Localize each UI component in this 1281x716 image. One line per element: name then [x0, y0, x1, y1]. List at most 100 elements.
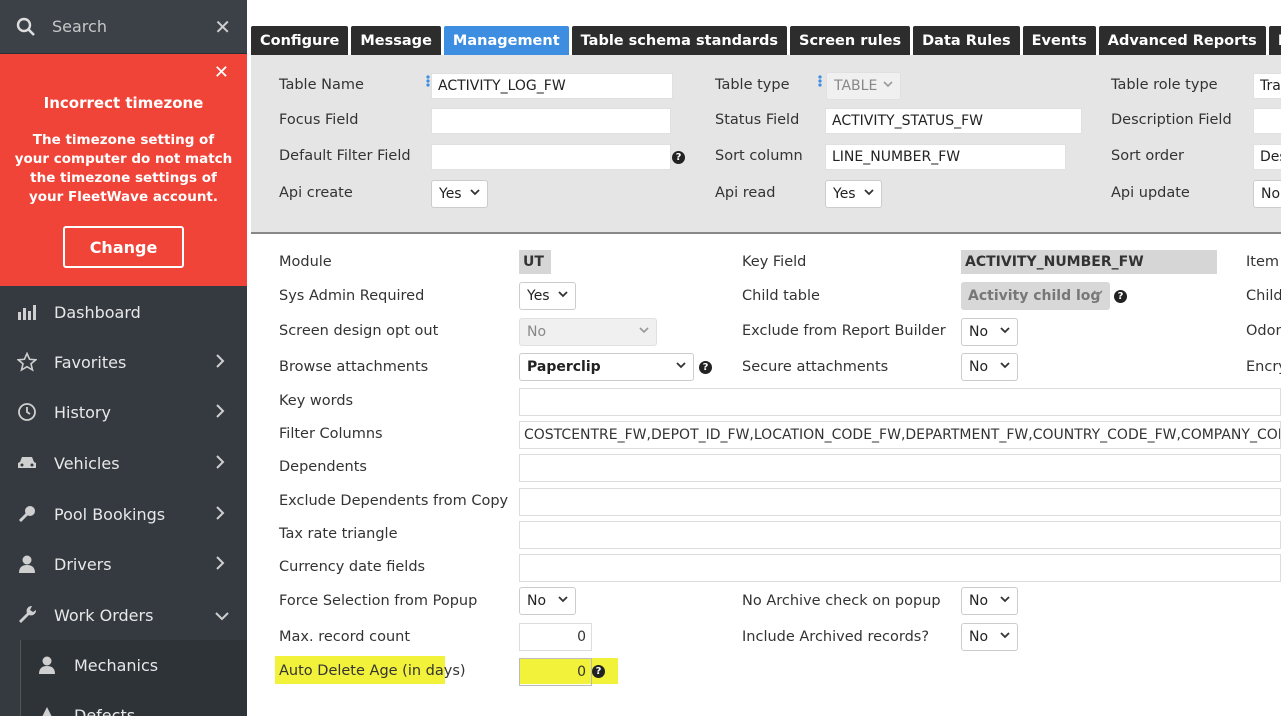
required-marker-icon — [426, 75, 430, 87]
table-role-select[interactable]: Tra — [1253, 73, 1281, 99]
table-type-select[interactable]: TABLE — [826, 72, 901, 100]
alert-title: Incorrect timezone — [43, 94, 204, 112]
module-value: UT — [519, 250, 551, 274]
search-bar[interactable]: Search ✕ — [0, 0, 247, 54]
tab-advanced-reports[interactable]: Advanced Reports — [1098, 26, 1266, 55]
browse-attachments-select[interactable]: Paperclip — [519, 353, 694, 381]
main-content: Configure Message Management Table schem… — [249, 0, 1281, 716]
tab-bar: Configure Message Management Table schem… — [251, 26, 1281, 55]
api-update-select[interactable]: No — [1253, 180, 1281, 208]
sidebar: Search ✕ ✕ Incorrect timezone The timezo… — [0, 0, 247, 716]
search-input[interactable]: Search — [52, 17, 214, 36]
include-archived-select[interactable]: No — [961, 623, 1018, 651]
required-marker-icon — [818, 75, 822, 87]
default-filter-input[interactable] — [431, 144, 671, 170]
nav-favorites[interactable]: Favorites — [0, 337, 247, 387]
currency-date-input[interactable] — [519, 554, 1281, 582]
filter-columns-input[interactable]: COSTCENTRE_FW,DEPOT_ID_FW,LOCATION_CODE_… — [519, 421, 1281, 449]
help-icon[interactable]: ? — [672, 151, 685, 164]
focus-field-input[interactable] — [431, 108, 671, 134]
help-icon[interactable]: ? — [1114, 290, 1127, 303]
change-button[interactable]: Change — [63, 226, 184, 268]
tax-rate-input[interactable] — [519, 521, 1281, 549]
tab-events[interactable]: Events — [1022, 26, 1096, 55]
api-read-select[interactable]: Yes — [825, 180, 882, 208]
table-name-label: Table Name — [279, 77, 364, 93]
api-update-value: No — [1261, 186, 1281, 202]
description-field-input[interactable] — [1253, 108, 1281, 134]
sort-order-select[interactable]: Des — [1253, 144, 1281, 170]
tab-screen-rules[interactable]: Screen rules — [790, 26, 911, 55]
sort-column-input[interactable]: LINE_NUMBER_FW — [825, 144, 1066, 170]
item-label: Item — [1246, 254, 1280, 270]
nav-history[interactable]: History — [0, 387, 247, 437]
child-label: Child — [1246, 288, 1281, 304]
exclude-dependents-label: Exclude Dependents from Copy — [279, 493, 509, 509]
chevron-down-icon — [864, 189, 874, 196]
tab-data-rules[interactable]: Data Rules — [913, 26, 1020, 55]
tab-management[interactable]: Management — [443, 26, 569, 55]
sys-admin-select[interactable]: Yes — [519, 282, 576, 310]
table-name-input[interactable]: ACTIVITY_LOG_FW — [431, 73, 673, 99]
api-create-select[interactable]: Yes — [431, 180, 488, 208]
chart-icon — [17, 302, 37, 322]
chevron-right-icon — [215, 555, 229, 574]
close-icon[interactable]: ✕ — [214, 15, 231, 39]
nav-work-orders[interactable]: Work Orders — [0, 590, 247, 640]
key-words-input[interactable] — [519, 388, 1281, 416]
chevron-down-icon — [470, 189, 480, 196]
chevron-down-icon — [1093, 290, 1103, 297]
tab-encryption[interactable]: Encryp — [1268, 26, 1281, 55]
status-field-input[interactable]: ACTIVITY_STATUS_FW — [825, 108, 1082, 134]
child-table-select[interactable]: Activity child log — [961, 282, 1110, 310]
force-selection-label: Force Selection from Popup — [279, 593, 478, 609]
nav-label: Dashboard — [54, 302, 141, 322]
key-icon — [17, 504, 37, 524]
help-icon[interactable]: ? — [592, 665, 605, 678]
alert-close-icon[interactable]: ✕ — [214, 62, 229, 83]
screen-opt-label: Screen design opt out — [279, 323, 439, 339]
tax-rate-label: Tax rate triangle — [279, 526, 398, 542]
screen-opt-value: No — [527, 324, 547, 340]
nav-defects[interactable]: Defects — [20, 690, 247, 716]
nav-dashboard[interactable]: Dashboard — [0, 287, 247, 337]
chevron-down-icon — [558, 596, 568, 603]
nav-label: Mechanics — [74, 655, 159, 675]
secure-attachments-select[interactable]: No — [961, 353, 1018, 381]
sort-column-label: Sort column — [715, 148, 803, 164]
key-field-value: ACTIVITY_NUMBER_FW — [961, 250, 1217, 274]
wrench-icon — [17, 605, 37, 625]
screen-opt-select[interactable]: No — [519, 318, 657, 346]
nav-mechanics[interactable]: Mechanics — [20, 640, 247, 690]
nav-label: Favorites — [54, 352, 127, 372]
auto-delete-label: Auto Delete Age (in days) — [279, 663, 466, 679]
dependents-input[interactable] — [519, 454, 1281, 482]
no-archive-value: No — [969, 593, 989, 609]
chevron-down-icon — [558, 291, 568, 298]
nav-pool-bookings[interactable]: Pool Bookings — [0, 489, 247, 539]
key-field-label: Key Field — [742, 254, 807, 270]
api-read-value: Yes — [833, 186, 856, 202]
nav-label: Drivers — [54, 554, 112, 574]
max-record-input[interactable]: 0 — [519, 623, 592, 651]
search-icon — [16, 17, 35, 36]
default-filter-label: Default Filter Field — [279, 148, 411, 164]
exclude-report-select[interactable]: No — [961, 318, 1018, 346]
key-words-label: Key words — [279, 393, 354, 409]
odometer-label: Odon — [1246, 323, 1281, 339]
tab-configure[interactable]: Configure — [251, 26, 349, 55]
car-icon — [17, 453, 37, 473]
nav-label: History — [54, 402, 111, 422]
tab-table-schema-standards[interactable]: Table schema standards — [571, 26, 787, 55]
help-icon[interactable]: ? — [699, 361, 712, 374]
nav-label: Defects — [74, 705, 136, 716]
no-archive-select[interactable]: No — [961, 587, 1018, 615]
dependents-label: Dependents — [279, 459, 367, 475]
nav-drivers[interactable]: Drivers — [0, 539, 247, 589]
tab-message[interactable]: Message — [351, 26, 441, 55]
force-selection-select[interactable]: No — [519, 587, 576, 615]
exclude-dependents-input[interactable] — [519, 488, 1281, 516]
auto-delete-input[interactable]: 0 — [519, 658, 592, 686]
nav-vehicles[interactable]: Vehicles — [0, 438, 247, 488]
currency-date-label: Currency date fields — [279, 559, 426, 575]
